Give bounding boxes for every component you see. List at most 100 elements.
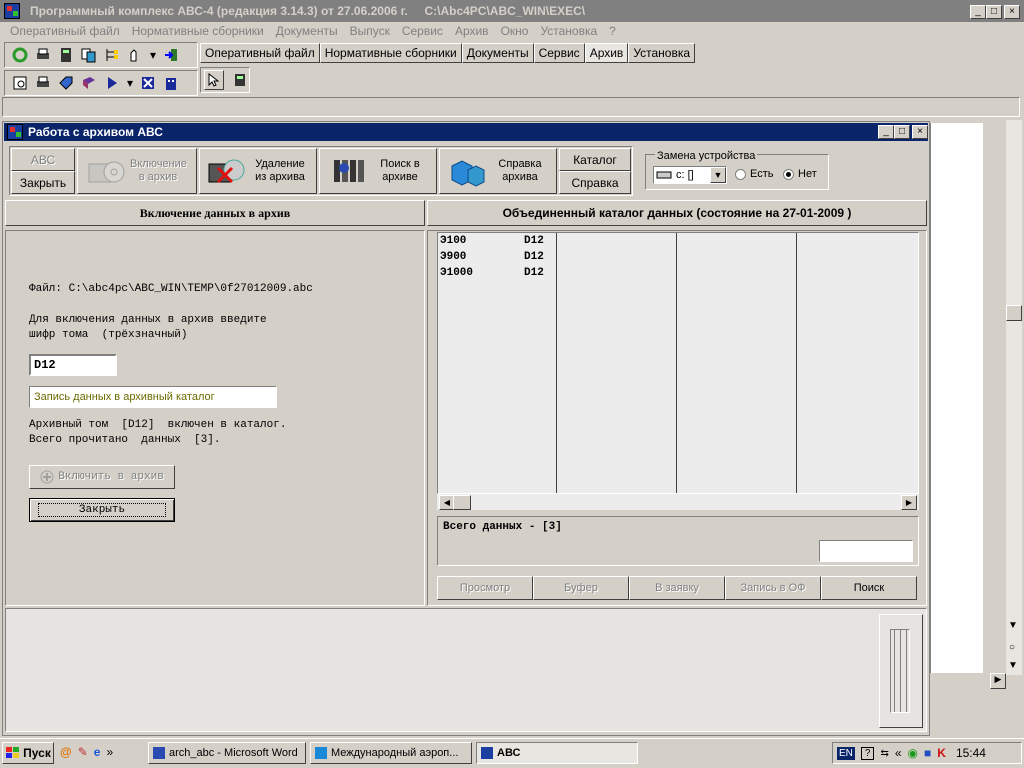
catalog-action-button[interactable]: Поиск [821, 576, 917, 600]
status-field: Запись данных в архивный каталог [29, 386, 277, 408]
include-archive-button[interactable]: Включение в архив [77, 148, 197, 194]
task-label: АВС [497, 747, 521, 759]
more-icon[interactable]: » [106, 745, 113, 759]
bottom-scroll-panel [879, 614, 923, 728]
tab-module[interactable]: Установка [628, 43, 696, 63]
close-panel-button[interactable]: Закрыть [29, 498, 175, 522]
copy-icon[interactable] [79, 45, 99, 65]
chevron-down-icon[interactable]: ▼ [1008, 620, 1018, 631]
main-toolbar: ▾ ▾ Оперативный файл Нормативные сборники… [0, 40, 1024, 96]
menu-item[interactable]: Архив [449, 22, 495, 40]
tray-shield-icon[interactable]: ■ [924, 746, 931, 760]
plus-icon [40, 470, 54, 484]
play-icon[interactable] [102, 73, 122, 93]
paint-icon[interactable]: ✎ [78, 745, 88, 759]
disk-delete-icon [208, 159, 245, 184]
close-button[interactable]: × [1004, 5, 1020, 19]
menu-item[interactable]: Окно [495, 22, 535, 40]
catalog-action-button[interactable]: В заявку [629, 576, 725, 600]
close-archive-button[interactable]: Закрыть [11, 171, 75, 194]
drive-select[interactable]: c: [] ▼ [653, 166, 727, 184]
taskbar-task[interactable]: Международный аэроп... [310, 742, 472, 764]
tag-icon[interactable] [56, 73, 76, 93]
include-button[interactable]: Включить в архив [29, 465, 175, 489]
scroll-thumb[interactable] [453, 495, 471, 510]
help-archive-button[interactable]: Справка архива [439, 148, 557, 194]
exit-icon[interactable] [161, 45, 181, 65]
maximize-button[interactable]: □ [986, 5, 1002, 19]
left-panel-header: Включение данных в архив [5, 200, 425, 226]
calculator-small-icon[interactable] [230, 70, 250, 90]
menu-item[interactable]: Выпуск [344, 22, 396, 40]
catalog-hscroll-bar[interactable]: ◀ ▶ [437, 494, 919, 510]
horizontal-scrollbar[interactable]: ▶ [930, 673, 1006, 689]
list-item[interactable]: Э1000 D12 [440, 267, 544, 283]
refresh-icon[interactable] [10, 45, 30, 65]
chevron-down-icon[interactable]: ▼ [710, 167, 726, 183]
help-tray-icon[interactable]: ? [860, 746, 875, 760]
list-item[interactable]: Э100 D12 [440, 235, 544, 251]
stop-icon[interactable] [138, 73, 158, 93]
menu-item[interactable]: Оперативный файл [4, 22, 126, 40]
total-input[interactable] [819, 540, 913, 562]
tree-icon[interactable] [102, 45, 122, 65]
chevron-down-icon[interactable]: ▾ [125, 73, 135, 93]
close-button[interactable]: × [912, 125, 928, 139]
catalog-volume: D12 [524, 235, 544, 247]
calculator-icon[interactable] [56, 45, 76, 65]
tab-module[interactable]: Документы [461, 43, 534, 63]
catalog-action-button[interactable]: Запись в ОФ [725, 576, 821, 600]
delete-archive-button[interactable]: Удаление из архива [199, 148, 317, 194]
building-icon[interactable] [161, 73, 181, 93]
preview-icon[interactable] [10, 73, 30, 93]
vertical-scrollbar[interactable]: ▼ ○ ▼ [1006, 120, 1022, 675]
chevron-down-icon[interactable]: ▼ [1008, 660, 1018, 671]
scroll-right-button[interactable]: ▶ [901, 495, 917, 510]
taskbar-task[interactable]: АВС [476, 742, 638, 764]
list-item[interactable]: Э900 D12 [440, 251, 544, 267]
catalog-button[interactable]: Каталог [559, 148, 631, 171]
windows-logo-icon [6, 747, 20, 758]
catalog-action-button[interactable]: Просмотр [437, 576, 533, 600]
tab-module[interactable]: Сервис [533, 43, 585, 63]
catalog-list[interactable]: Э100 D12 Э900 D12 Э1000 D12 [437, 232, 919, 494]
maximize-button[interactable]: □ [894, 125, 910, 139]
radio-no[interactable]: Нет [783, 168, 817, 180]
catalog-volume: D12 [524, 251, 544, 263]
tray-green-icon[interactable]: ◉ [908, 746, 918, 760]
archive-titlebar: Работа с архивом АВС _ □ × [4, 123, 928, 141]
print-icon[interactable] [33, 45, 53, 65]
book-icon[interactable] [79, 73, 99, 93]
circle-icon[interactable]: ○ [1009, 642, 1015, 653]
hand-icon[interactable] [125, 45, 145, 65]
volume-code-input[interactable] [29, 354, 117, 376]
tab-module[interactable]: Архив [584, 43, 629, 63]
start-button[interactable]: Пуск [2, 742, 54, 764]
email-icon[interactable]: @ [60, 745, 72, 759]
antivirus-icon[interactable]: K [937, 746, 946, 760]
minimize-button[interactable]: _ [970, 5, 986, 19]
catalog-action-button[interactable]: Буфер [533, 576, 629, 600]
tab-module[interactable]: Оперативный файл [200, 43, 320, 63]
minimize-button[interactable]: _ [878, 125, 894, 139]
menu-item[interactable]: Сервис [396, 22, 449, 40]
search-archive-button[interactable]: Поиск в архиве [319, 148, 437, 194]
radio-yes[interactable]: Есть [735, 168, 773, 180]
lang-indicator[interactable]: EN [837, 746, 855, 760]
ie-icon[interactable]: e [94, 745, 101, 759]
menu-item[interactable]: Нормативные сборники [126, 22, 270, 40]
help-button[interactable]: Справка [559, 171, 631, 194]
catalog-volume: D12 [524, 267, 544, 279]
tab-module[interactable]: Нормативные сборники [319, 43, 462, 63]
catalog-code: Э900 [440, 251, 467, 263]
drive-icon [656, 171, 672, 179]
chevron-down-icon[interactable]: ▾ [148, 45, 158, 65]
menu-item[interactable]: Установка [534, 22, 603, 40]
network-icon[interactable]: ⇆ [880, 748, 888, 759]
printer-icon[interactable] [33, 73, 53, 93]
menu-item[interactable]: ? [603, 22, 622, 40]
chevron-left-icon[interactable]: « [895, 746, 902, 760]
pointer-icon[interactable] [204, 70, 224, 90]
taskbar-task[interactable]: arch_abc - Microsoft Word [148, 742, 306, 764]
menu-item[interactable]: Документы [270, 22, 344, 40]
